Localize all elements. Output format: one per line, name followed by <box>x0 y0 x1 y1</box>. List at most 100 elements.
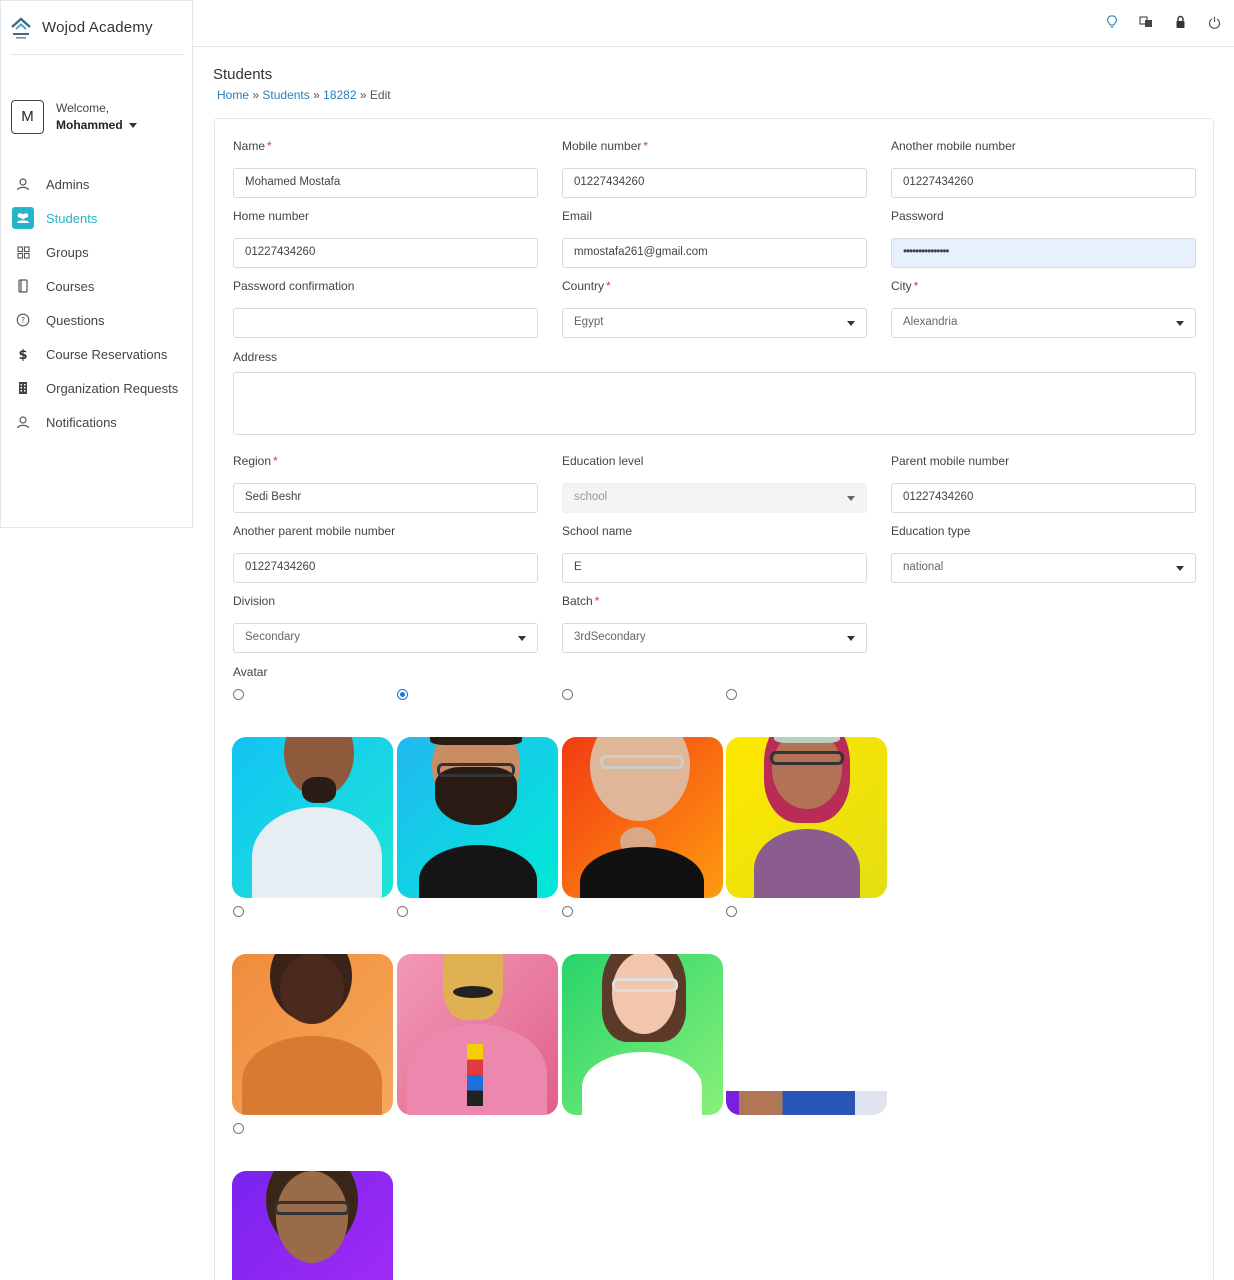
avatar-image-3[interactable] <box>562 737 723 898</box>
address-field: Address <box>233 350 538 366</box>
password-field: Password ••••••••••••••• <box>891 209 1196 268</box>
name-field: Name * Mohamed Mostafa <box>233 139 538 198</box>
dollar-icon: $ <box>13 344 33 364</box>
bell-user-icon <box>13 412 33 432</box>
another-parent-mobile-input[interactable]: 01227434260 <box>233 553 538 583</box>
parent-mobile-input[interactable]: 01227434260 <box>891 483 1196 513</box>
avatar-image-2[interactable] <box>397 737 558 898</box>
avatar-radio-8[interactable] <box>726 906 737 917</box>
topbar <box>193 0 1234 47</box>
another-parent-mobile-label: Another parent mobile number <box>233 524 396 538</box>
avatar-image-1[interactable] <box>232 737 393 898</box>
sidebar-item-students[interactable]: Students <box>1 201 192 235</box>
chevron-down-icon <box>847 496 855 501</box>
avatar-radio-1[interactable] <box>233 689 244 700</box>
sidebar-item-label: Course Reservations <box>46 346 168 362</box>
sidebar-item-label: Courses <box>46 278 95 294</box>
translate-icon[interactable] <box>1138 14 1154 30</box>
sidebar-item-organization-requests[interactable]: Organization Requests <box>1 371 192 405</box>
country-select[interactable]: Egypt <box>562 308 867 338</box>
chevron-down-icon <box>847 321 855 326</box>
sidebar-item-courses[interactable]: Courses <box>1 269 192 303</box>
home-number-input[interactable]: 01227434260 <box>233 238 538 268</box>
svg-text:?: ? <box>21 316 25 325</box>
mobile-input[interactable]: 01227434260 <box>562 168 867 198</box>
city-label: City * <box>891 279 919 293</box>
avatar-radio-4[interactable] <box>726 689 737 700</box>
breadcrumb-student-id[interactable]: 18282 <box>323 88 356 102</box>
education-level-select[interactable]: school <box>562 483 867 513</box>
avatar-image-7[interactable] <box>562 954 723 1115</box>
home-number-field: Home number 01227434260 <box>233 209 538 268</box>
school-name-input[interactable]: E <box>562 553 867 583</box>
avatar-radio-2[interactable] <box>397 689 408 700</box>
welcome-label: Welcome, <box>56 100 110 115</box>
avatar-image-8[interactable] <box>726 954 887 1115</box>
sidebar-item-course-reservations[interactable]: $ Course Reservations <box>1 337 192 371</box>
region-input[interactable]: Sedi Beshr <box>233 483 538 513</box>
avatar-radio-3[interactable] <box>562 689 573 700</box>
topbar-icons <box>1104 14 1222 30</box>
another-mobile-input[interactable]: 01227434260 <box>891 168 1196 198</box>
question-circle-icon: ? <box>13 310 33 330</box>
avatar-image-9[interactable] <box>232 1171 393 1280</box>
svg-text:$: $ <box>18 348 27 361</box>
chevron-down-icon <box>847 636 855 641</box>
division-select[interactable]: Secondary <box>233 623 538 653</box>
avatar-image-4[interactable] <box>726 737 887 898</box>
avatar-label: Avatar <box>233 665 268 679</box>
batch-value: 3rdSecondary <box>574 631 646 643</box>
brand[interactable]: Wojod Academy <box>10 1 183 55</box>
chevron-down-icon <box>1176 321 1184 326</box>
another-mobile-field: Another mobile number 01227434260 <box>891 139 1196 198</box>
sidebar-item-admins[interactable]: Admins <box>1 167 192 201</box>
password-input[interactable]: ••••••••••••••• <box>891 238 1196 268</box>
name-input[interactable]: Mohamed Mostafa <box>233 168 538 198</box>
avatar-radio-6[interactable] <box>397 906 408 917</box>
breadcrumb-students[interactable]: Students <box>262 88 309 102</box>
division-value: Secondary <box>245 631 300 643</box>
chevron-down-icon <box>518 636 526 641</box>
region-field: Region * Sedi Beshr <box>233 454 538 513</box>
sidebar-item-groups[interactable]: Groups <box>1 235 192 269</box>
address-label: Address <box>233 350 278 364</box>
sidebar-item-notifications[interactable]: Notifications <box>1 405 192 439</box>
avatar-radio-5[interactable] <box>233 906 244 917</box>
education-level-value: school <box>574 491 608 503</box>
address-textarea[interactable] <box>233 372 1196 435</box>
batch-select[interactable]: 3rdSecondary <box>562 623 867 653</box>
education-type-field: Education type national <box>891 524 1196 583</box>
lightbulb-icon[interactable] <box>1104 14 1120 30</box>
email-input[interactable]: mmostafa261@gmail.com <box>562 238 867 268</box>
password-confirmation-input[interactable] <box>233 308 538 338</box>
wojod-logo-icon <box>10 13 32 43</box>
country-label: Country * <box>562 279 611 293</box>
education-level-label: Education level <box>562 454 644 468</box>
chevron-down-icon[interactable] <box>128 122 137 128</box>
city-field: City * Alexandria <box>891 279 1196 338</box>
region-label: Region * <box>233 454 278 468</box>
city-select[interactable]: Alexandria <box>891 308 1196 338</box>
batch-label: Batch * <box>562 594 600 608</box>
avatar-image-5[interactable] <box>232 954 393 1115</box>
sidebar-item-questions[interactable]: ? Questions <box>1 303 192 337</box>
breadcrumb-home[interactable]: Home <box>217 88 249 102</box>
breadcrumb: Home » Students » 18282 » Edit <box>217 88 391 102</box>
power-icon[interactable] <box>1206 14 1222 30</box>
email-label: Email <box>562 209 593 223</box>
sidebar-item-label: Organization Requests <box>46 380 179 396</box>
avatar-radio-7[interactable] <box>562 906 573 917</box>
avatar-image-6[interactable] <box>397 954 558 1115</box>
avatar-radio-9[interactable] <box>233 1123 244 1134</box>
breadcrumb-separator: » <box>252 88 260 102</box>
chevron-down-icon <box>1176 566 1184 571</box>
lock-icon[interactable] <box>1172 14 1188 30</box>
user-menu[interactable]: M Welcome, Mohammed <box>1 55 192 161</box>
sidebar-item-label: Groups <box>46 244 89 260</box>
sidebar-item-label: Notifications <box>46 414 117 430</box>
book-icon <box>13 276 33 296</box>
home-number-label: Home number <box>233 209 310 223</box>
another-mobile-label: Another mobile number <box>891 139 1016 153</box>
education-type-select[interactable]: national <box>891 553 1196 583</box>
education-type-value: national <box>903 561 944 573</box>
